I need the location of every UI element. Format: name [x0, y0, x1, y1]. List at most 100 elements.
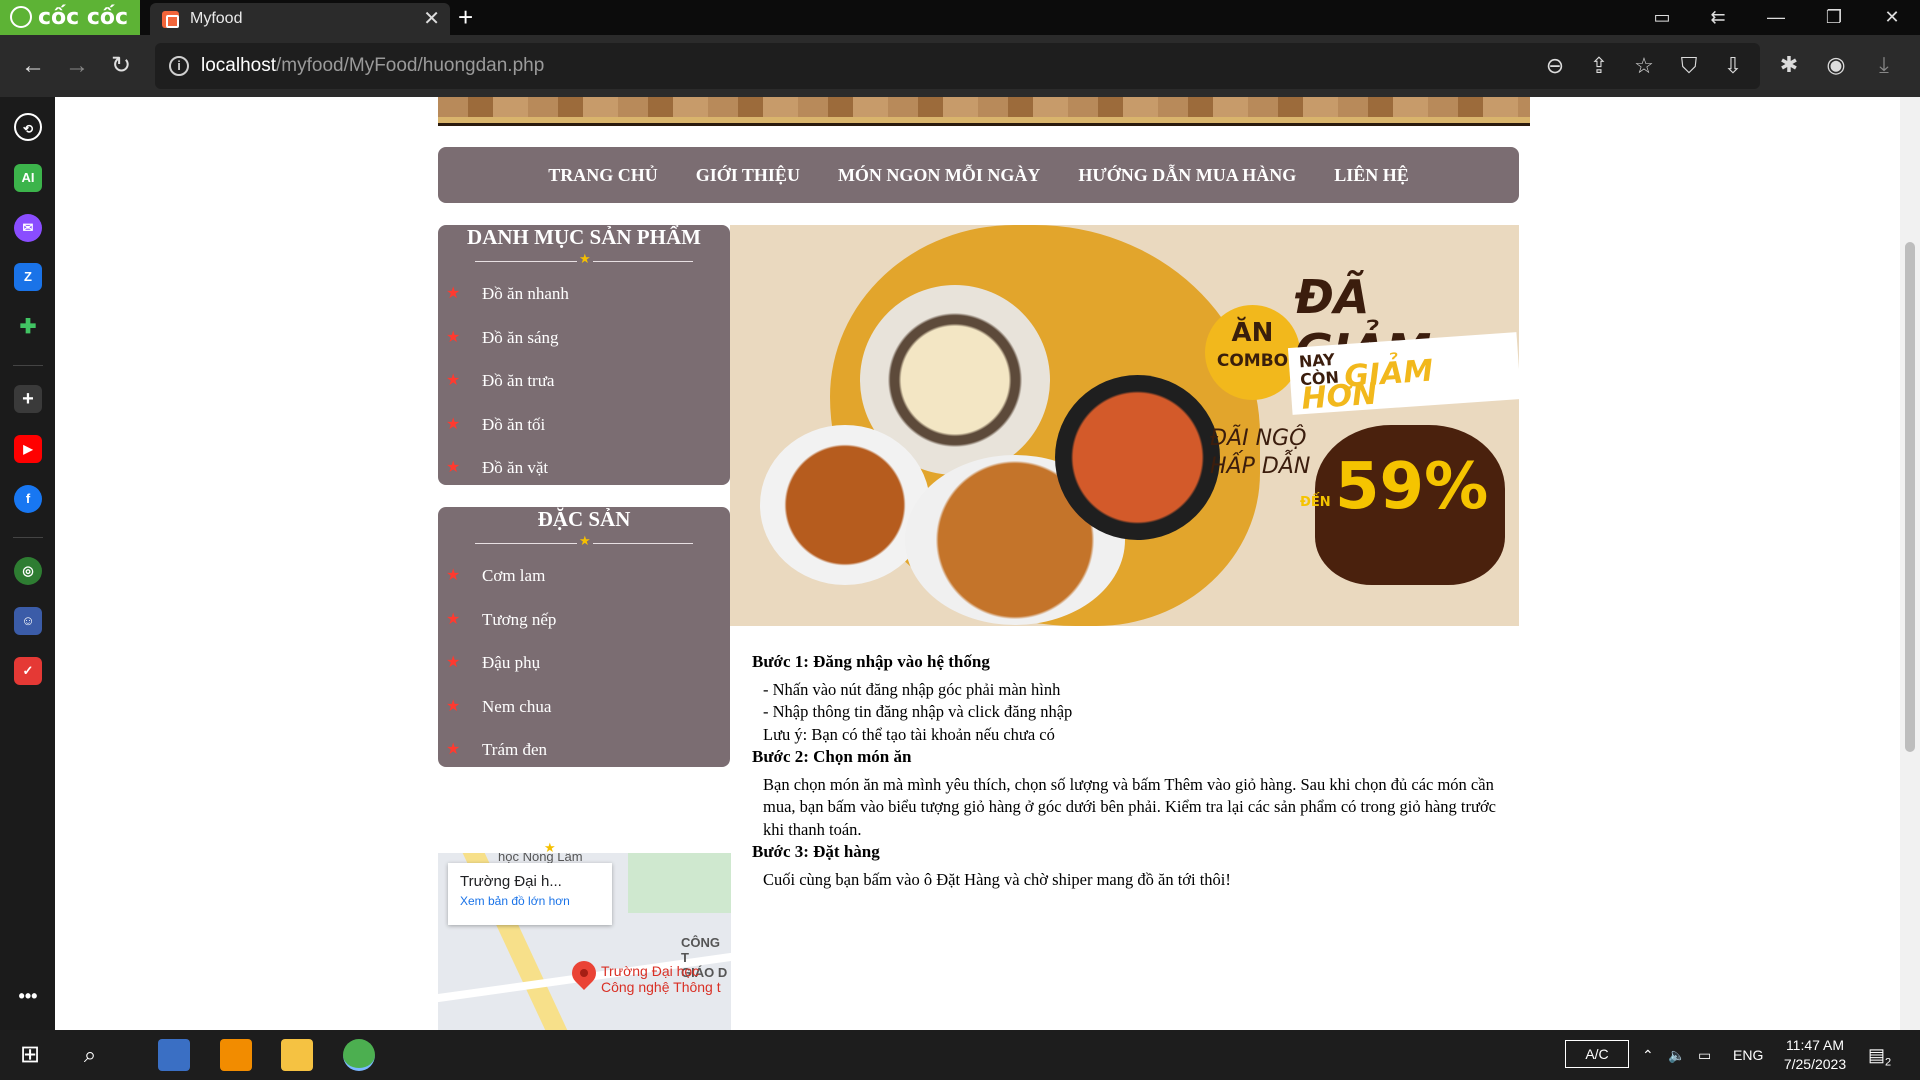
windows-start-icon[interactable]: ⊞ [14, 1039, 46, 1071]
nav-home[interactable]: TRANG CHỦ [548, 165, 658, 186]
map-place-card: Trường Đại h... Xem bản đồ lớn hơn [448, 863, 612, 925]
nav-contact[interactable]: LIÊN HỆ [1334, 165, 1409, 186]
messenger-icon[interactable]: ✉ [14, 214, 42, 242]
taskbar-clock[interactable]: 11:47 AM 7/25/2023 [1765, 1036, 1865, 1074]
step3-text: Cuối cùng bạn bấm vào ô Đặt Hàng và chờ … [763, 869, 1231, 889]
category-item-lunch[interactable]: ★ Đồ ăn trưa [438, 359, 730, 403]
game-controller-icon[interactable]: ✚ [14, 313, 42, 341]
specialty-item-nem-chua[interactable]: ★ Nem chua [438, 685, 730, 729]
red-star-icon: ★ [446, 654, 461, 671]
tab-title: Myfood [190, 10, 243, 27]
restore-icon[interactable]: ❐ [1812, 0, 1856, 35]
combo-tag: ĂN COMBO [1205, 305, 1300, 400]
category-panel: DANH MỤC SẢN PHẨM ★ ★ Đồ ăn nhanh ★ Đồ ăn … [438, 225, 730, 485]
nav-about[interactable]: GIỚI THIỆU [696, 165, 800, 186]
language-indicator[interactable]: ENG [1733, 1030, 1763, 1080]
ac-indicator[interactable]: A/C [1565, 1040, 1629, 1068]
step2-text: Bạn chọn món ăn mà mình yêu thích, chọn … [763, 774, 1496, 839]
back-arrow-icon[interactable]: ← [16, 49, 50, 83]
reload-icon[interactable]: ↻ [104, 49, 138, 83]
red-star-icon: ★ [446, 328, 461, 346]
scrollbar-thumb[interactable] [1905, 242, 1915, 752]
search-icon[interactable]: ⌕ [74, 1039, 106, 1071]
youtube-icon[interactable]: ▶ [14, 435, 42, 463]
facebook-icon[interactable]: f [14, 485, 42, 513]
red-star-icon: ★ [446, 285, 461, 302]
ai-chat-icon[interactable]: AI [14, 164, 42, 192]
share-icon[interactable]: ⇪ [1583, 50, 1615, 82]
coccoc-brand[interactable]: cốc cốc [0, 0, 140, 35]
category-list: ★ Đồ ăn nhanh ★ Đồ ăn sáng ★ Đồ ăn trưa ★ Đồ… [438, 272, 730, 490]
new-tab-button[interactable]: + [458, 0, 473, 34]
specialty-panel: ĐẶC SẢN ★ ★ Cơm lam ★ Tương nếp ★ Đậu phụ ★… [438, 507, 730, 767]
url-text[interactable]: localhost/myfood/MyFood/huongdan.php [201, 43, 544, 89]
coccoc-logo-icon [10, 6, 32, 28]
zalo-icon[interactable]: Z [14, 263, 42, 291]
step1-line2: - Nhập thông tin đăng nhập và click đăng… [763, 702, 1073, 721]
map-pin-icon[interactable] [567, 956, 601, 990]
site-info-icon[interactable]: i [169, 56, 189, 76]
profile-icon[interactable]: ◉ [1820, 49, 1852, 81]
url-path: /myfood/MyFood/huongdan.php [276, 55, 545, 76]
windows-taskbar: ⊞ ⌕ A/C ⌃ 🔈 ▭ ENG 11:47 AM 7/25/2023 ▤2 [0, 1030, 1920, 1080]
volume-icon[interactable]: 🔈 [1668, 1030, 1685, 1080]
shopping-guide: Bước 1: Đăng nhập vào hệ thống - Nhấn và… [752, 651, 1512, 891]
todo-check-icon[interactable]: ✓ [14, 657, 42, 685]
bookmark-star-icon[interactable]: ☆ [1628, 50, 1660, 82]
page-scrollbar[interactable] [1900, 97, 1920, 1030]
tab-myfood[interactable]: Myfood ✕ [150, 3, 450, 35]
game-avatar-icon[interactable]: ☺ [14, 607, 42, 635]
category-title: DANH MỤC SẢN PHẨM [467, 225, 701, 249]
history-icon[interactable]: ⟲ [14, 113, 42, 141]
tab-search-icon[interactable]: ⇇ [1696, 0, 1740, 35]
specialty-item-tram-den[interactable]: ★ Trám đen [438, 728, 730, 772]
screen-capture-icon[interactable]: ▭ [1640, 0, 1684, 35]
map-pin-label: Trường Đại học Công nghệ Thông t [601, 963, 721, 995]
zoom-out-icon[interactable]: ⊖ [1539, 50, 1571, 82]
red-star-icon: ★ [446, 610, 461, 628]
battery-icon[interactable]: ▭ [1698, 1030, 1711, 1080]
add-app-icon[interactable]: + [14, 385, 42, 413]
coccoc-taskbar-icon[interactable] [343, 1039, 375, 1071]
main-navigation: TRANG CHỦ GIỚI THIỆU MÓN NGON MỖI NGÀY H… [438, 147, 1519, 203]
notification-icon[interactable]: ▤2 [1868, 1030, 1891, 1080]
brand-text: cốc cốc [38, 5, 129, 30]
category-item-dinner[interactable]: ★ Đồ ăn tối [438, 403, 730, 447]
specialty-item-com-lam[interactable]: ★ Cơm lam [438, 554, 730, 598]
extensions-icon[interactable]: ✱ [1773, 49, 1805, 81]
specialty-item-dau-phu[interactable]: ★ Đậu phụ [438, 641, 730, 685]
specialty-list: ★ Cơm lam ★ Tương nếp ★ Đậu phụ ★ Nem chua ★… [438, 554, 730, 772]
sublime-text-icon[interactable] [220, 1039, 252, 1071]
forward-arrow-icon[interactable]: → [60, 49, 94, 83]
title-divider: ★ [475, 251, 693, 268]
computer-app-icon[interactable] [158, 1039, 190, 1071]
coccoc-map-icon[interactable]: ◎ [14, 557, 42, 585]
map-park-area [628, 853, 731, 913]
specialty-item-tuong-nep[interactable]: ★ Tương nếp [438, 598, 730, 642]
tab-close-icon[interactable]: ✕ [423, 3, 440, 35]
view-larger-map-link[interactable]: Xem bản đồ lớn hơn [460, 894, 600, 908]
red-star-icon: ★ [446, 415, 461, 433]
download-page-icon[interactable]: ⇩ [1717, 50, 1749, 82]
clock-date: 7/25/2023 [1783, 1056, 1847, 1072]
nav-shopping-guide[interactable]: HƯỚNG DẪN MUA HÀNG [1078, 165, 1296, 186]
step1-title: Bước 1: Đăng nhập vào hệ thống [752, 652, 990, 671]
xampp-favicon-icon [162, 11, 179, 28]
category-item-snacks[interactable]: ★ Đồ ăn vặt [438, 446, 730, 490]
shield-icon[interactable]: ⛉ [1673, 50, 1705, 82]
red-star-icon: ★ [446, 372, 461, 389]
category-item-fast-food[interactable]: ★ Đồ ăn nhanh [438, 272, 730, 316]
tray-chevron-icon[interactable]: ⌃ [1642, 1030, 1654, 1080]
divider-star-icon: ★ [577, 533, 593, 549]
minimize-icon[interactable]: — [1754, 0, 1798, 35]
category-item-breakfast[interactable]: ★ Đồ ăn sáng [438, 316, 730, 360]
address-bar[interactable]: i localhost/myfood/MyFood/huongdan.php ⊖… [155, 43, 1760, 89]
window-close-icon[interactable]: ✕ [1870, 0, 1914, 35]
red-star-icon: ★ [446, 697, 461, 715]
file-explorer-icon[interactable] [281, 1039, 313, 1071]
more-options-icon[interactable]: ••• [14, 982, 42, 1010]
browser-sidebar: ⟲ AI ✉ Z ✚ + ▶ f ◎ ☺ ✓ ••• [0, 97, 55, 1030]
embedded-map[interactable]: học Nông Lâm Trường Đại h... Xem bản đồ … [438, 853, 731, 1030]
nav-daily-dishes[interactable]: MÓN NGON MỖI NGÀY [838, 165, 1040, 186]
downloads-icon[interactable]: ⤓ [1868, 49, 1900, 81]
